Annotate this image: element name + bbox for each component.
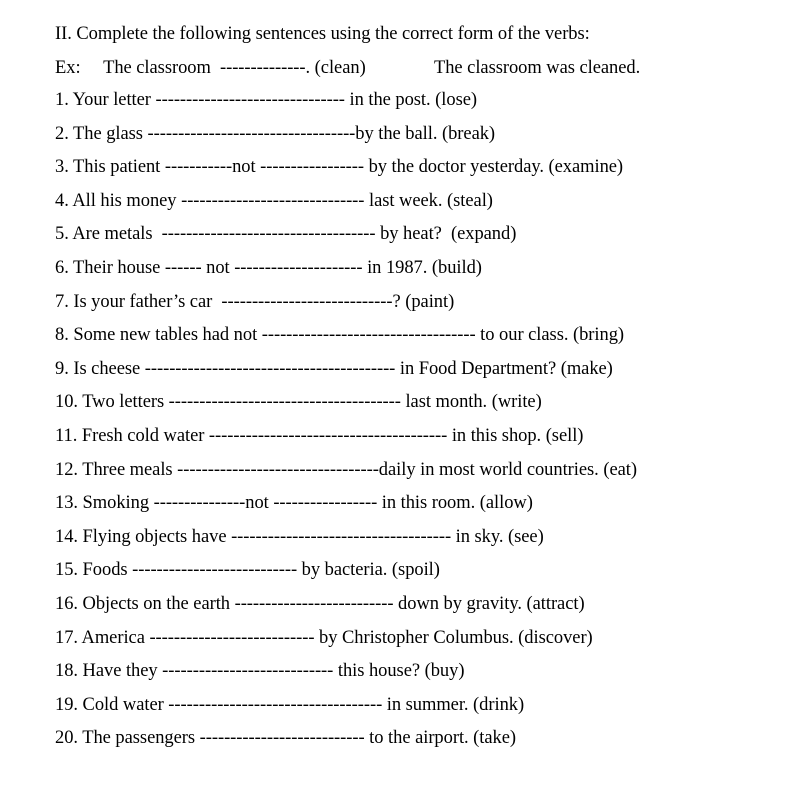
exercise-item: 5. Are metals --------------------------… — [55, 224, 517, 245]
exercise-item: 12. Three meals ------------------------… — [55, 459, 637, 480]
exercise-item: 20. The passengers ---------------------… — [55, 728, 517, 749]
exercise-item: 3. This patient -----------not ---------… — [55, 157, 624, 178]
worksheet-page: II. Complete the following sentences usi… — [0, 0, 810, 790]
exercise-item: 1. Your letter -------------------------… — [55, 90, 477, 110]
exercise-item: 11. Fresh cold water -------------------… — [55, 425, 584, 446]
exercise-item: 19. Cold water -------------------------… — [55, 694, 525, 715]
exercise-item-list: 1. Your letter -------------------------… — [0, 89, 810, 761]
exercise-item: 8. Some new tables had not -------------… — [55, 325, 625, 346]
exercise-item: 4. All his money -----------------------… — [55, 190, 493, 211]
exercise-item: 2. The glass ---------------------------… — [55, 123, 496, 144]
exercise-item: 13. Smoking ---------------not ---------… — [55, 493, 533, 514]
exercise-item: 16. Objects on the earth ---------------… — [55, 593, 585, 614]
exercise-item: 15. Foods --------------------------- by… — [55, 560, 440, 581]
exercise-item: 7. Is your father’s car ----------------… — [55, 291, 455, 312]
exercise-item: 10. Two letters ------------------------… — [55, 392, 542, 413]
exercise-item: 17. America --------------------------- … — [55, 627, 593, 648]
exercise-item: 14. Flying objects have ----------------… — [55, 526, 544, 547]
exercise-heading: II. Complete the following sentences usi… — [55, 24, 590, 44]
exercise-item: 9. Is cheese ---------------------------… — [55, 358, 613, 379]
exercise-item: 18. Have they --------------------------… — [55, 661, 465, 682]
example-line: Ex: The classroom --------------. (clean… — [55, 58, 641, 78]
exercise-item: 6. Their house ------ not --------------… — [55, 257, 482, 278]
